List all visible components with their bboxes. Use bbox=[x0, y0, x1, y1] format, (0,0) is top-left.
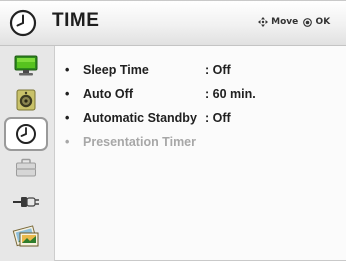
time-menu-panel: TIME Move OK • Sleep Time: Off • Auto O… bbox=[0, 0, 346, 261]
menu-item-label: Presentation Timer bbox=[83, 135, 197, 149]
sidebar-item-network[interactable] bbox=[7, 222, 45, 250]
menu-item-value: : Off bbox=[205, 111, 231, 125]
menu-header: TIME Move OK bbox=[0, 1, 346, 46]
move-label: Move bbox=[271, 17, 299, 27]
menu-item-presentation-timer: • Presentation Timer bbox=[55, 135, 346, 153]
sidebar-item-lock[interactable] bbox=[7, 154, 45, 182]
menu-item-value: : 60 min. bbox=[205, 87, 256, 101]
ok-button-icon bbox=[303, 17, 313, 27]
menu-item-auto-off[interactable]: • Auto Off : 60 min. bbox=[55, 87, 346, 105]
menu-item-sleep-time[interactable]: • Sleep Time : Off bbox=[55, 63, 346, 81]
menu-item-label: Auto Off bbox=[83, 87, 133, 101]
sidebar-item-picture[interactable] bbox=[7, 52, 45, 80]
ok-label: OK bbox=[315, 17, 331, 27]
plug-icon bbox=[13, 197, 39, 207]
menu-item-label: Automatic Standby bbox=[83, 111, 197, 125]
category-sidebar bbox=[0, 46, 55, 261]
briefcase-icon bbox=[16, 158, 36, 177]
monitor-icon bbox=[14, 55, 38, 76]
clock-icon bbox=[16, 124, 36, 144]
sidebar-item-option[interactable] bbox=[7, 188, 45, 216]
bullet: • bbox=[65, 63, 70, 77]
bullet: • bbox=[65, 135, 70, 149]
clock-icon bbox=[9, 9, 37, 37]
menu-item-value: : Off bbox=[205, 63, 231, 77]
nav-hint: Move OK bbox=[258, 17, 330, 28]
dpad-icon bbox=[258, 17, 268, 27]
menu-item-automatic-standby[interactable]: • Automatic Standby : Off bbox=[55, 111, 346, 129]
sidebar-item-time[interactable] bbox=[4, 117, 48, 151]
time-settings-list: • Sleep Time : Off • Auto Off : 60 min. … bbox=[55, 46, 346, 261]
bullet: • bbox=[65, 87, 70, 101]
speaker-icon bbox=[16, 89, 36, 111]
page-title: TIME bbox=[52, 10, 100, 31]
photos-icon bbox=[12, 225, 39, 247]
bullet: • bbox=[65, 111, 70, 125]
menu-item-label: Sleep Time bbox=[83, 63, 149, 77]
sidebar-item-audio[interactable] bbox=[7, 86, 45, 114]
